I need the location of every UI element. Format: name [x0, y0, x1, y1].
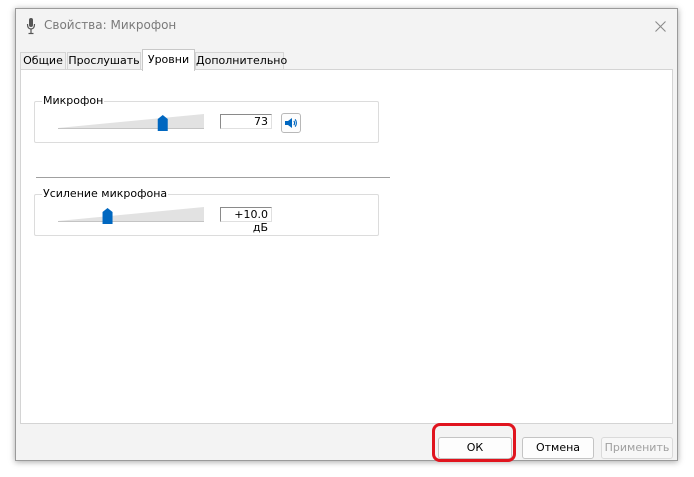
tab-listen[interactable]: Прослушать: [67, 52, 141, 70]
properties-window: Свойства: Микрофон Общие Прослушать Уров…: [15, 8, 678, 461]
title-bar[interactable]: Свойства: Микрофон: [16, 9, 677, 42]
microphone-slider-thumb[interactable]: [157, 115, 168, 131]
microphone-icon: [26, 18, 36, 35]
boost-group: Усиление микрофона +10.0 дБ: [34, 187, 379, 236]
boost-slider-thumb[interactable]: [102, 208, 113, 224]
tab-general[interactable]: Общие: [20, 52, 66, 70]
microphone-level-value[interactable]: 73: [220, 114, 272, 129]
boost-slider[interactable]: [57, 206, 205, 224]
levels-page: Микрофон 73 Усиление микрофона +10.0 дБ: [20, 69, 673, 424]
speaker-icon: [285, 118, 297, 128]
microphone-slider[interactable]: [57, 113, 205, 131]
apply-button[interactable]: Применить: [601, 437, 673, 459]
mute-button[interactable]: [281, 113, 301, 133]
tab-levels[interactable]: Уровни: [142, 49, 195, 71]
close-icon: [654, 20, 666, 32]
separator: [36, 177, 390, 178]
microphone-label: Микрофон: [42, 94, 105, 107]
ok-button[interactable]: ОК: [438, 437, 512, 459]
boost-level-value[interactable]: +10.0 дБ: [220, 207, 272, 234]
microphone-group: Микрофон 73: [34, 94, 379, 143]
boost-label: Усиление микрофона: [42, 187, 169, 200]
cancel-button[interactable]: Отмена: [522, 437, 594, 459]
close-button[interactable]: [649, 15, 671, 37]
tab-advanced[interactable]: Дополнительно: [195, 52, 287, 70]
window-title: Свойства: Микрофон: [44, 18, 177, 32]
